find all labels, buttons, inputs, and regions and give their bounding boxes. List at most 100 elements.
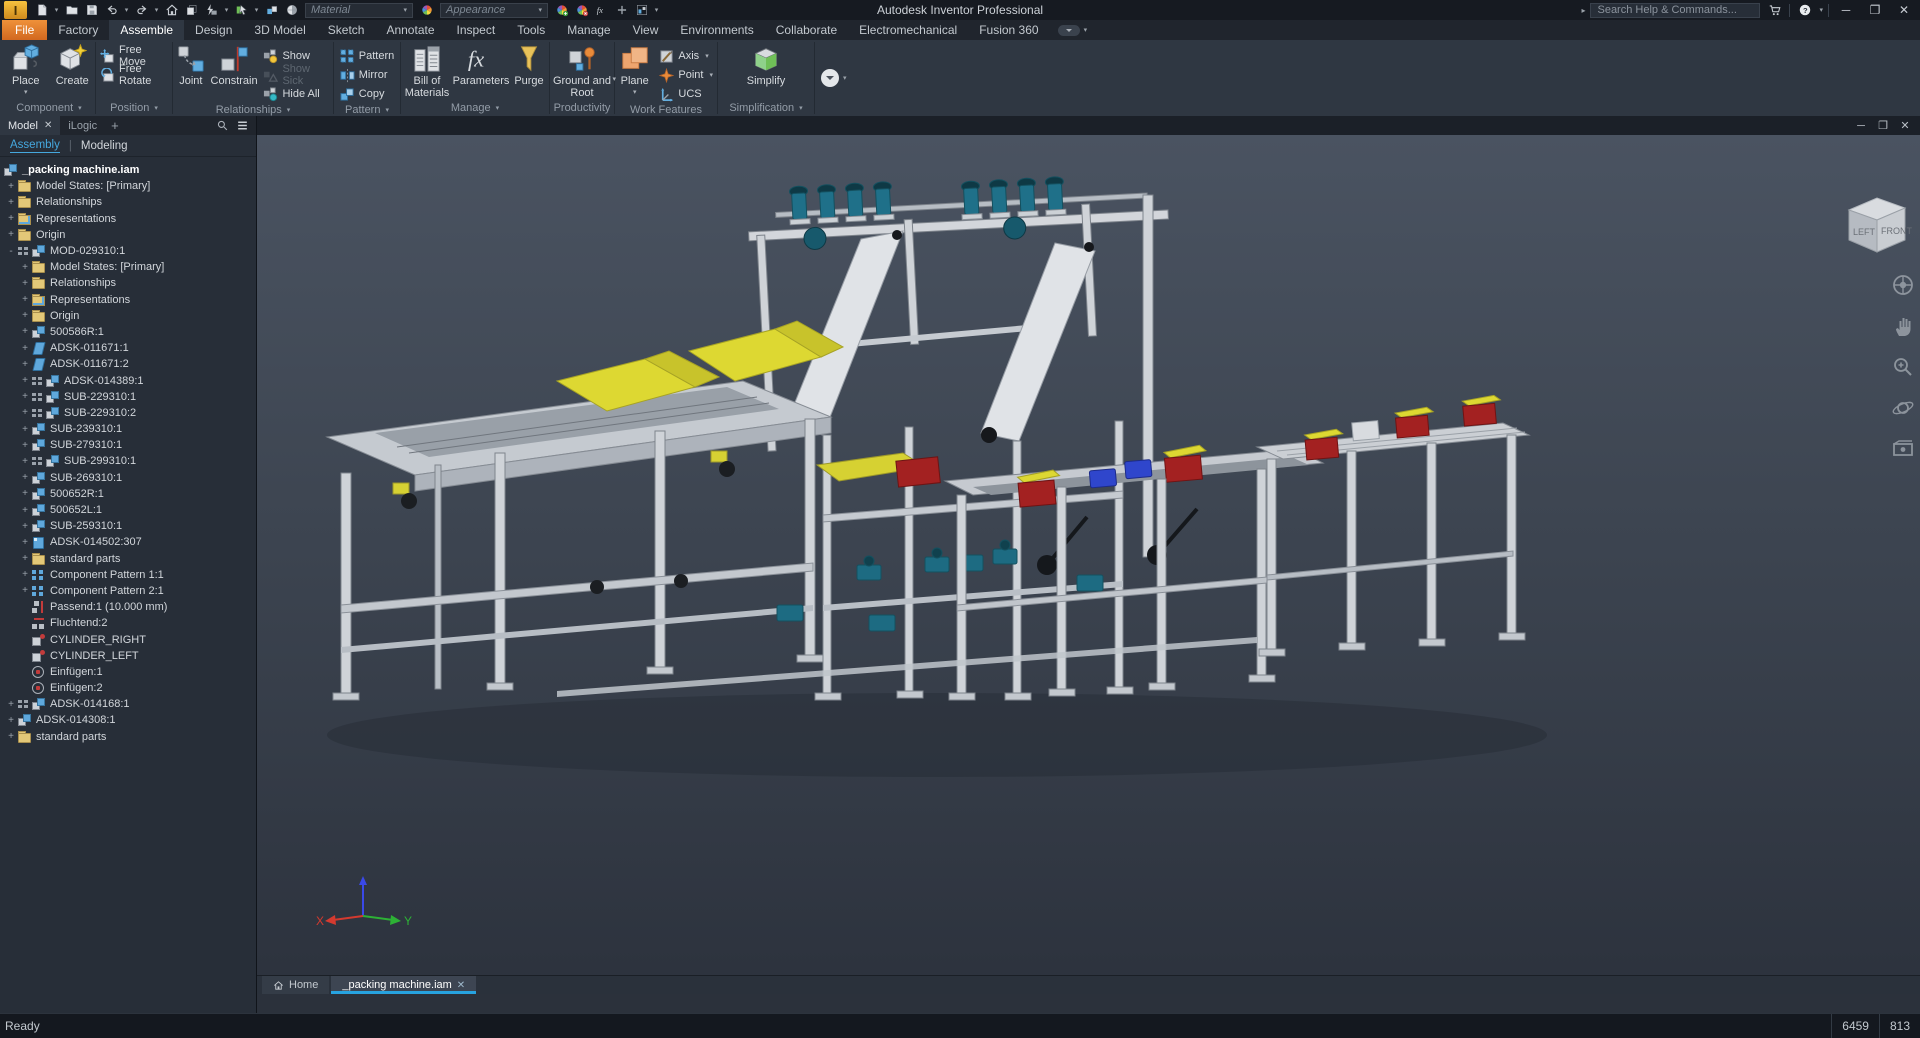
expander-icon[interactable]: + [18,488,32,499]
tree-item[interactable]: + SUB-229310:2 [0,405,256,421]
tree-item[interactable]: + ADSK-014389:1 [0,372,256,388]
create-button[interactable]: Create [50,43,96,87]
constrain-button[interactable]: Constrain [210,43,259,87]
selection-filter-icon[interactable] [232,1,251,19]
ribbon-tab[interactable]: Design [184,20,243,40]
tree-item[interactable]: + ADSK-014502:307 [0,534,256,550]
redo-caret-icon[interactable]: ▾ [152,6,161,14]
measure-caret-icon[interactable]: ▾ [222,6,231,14]
window-close-button[interactable]: ✕ [1892,1,1916,19]
expander-icon[interactable]: + [4,699,18,710]
copy-properties-icon[interactable] [182,1,201,19]
expander-icon[interactable]: + [18,391,32,402]
home-icon[interactable] [162,1,181,19]
search-collapse-icon[interactable]: ▸ [1581,6,1585,15]
ribbon-collapse-caret-icon[interactable]: ▾ [843,74,847,82]
expander-icon[interactable]: + [18,521,32,532]
ucs-button[interactable]: UCS [655,85,717,103]
ribbon-overflow-icon[interactable] [1058,25,1080,36]
tree-item[interactable]: _packing machine.iam [0,162,256,178]
expander-icon[interactable]: + [18,375,32,386]
tree-item[interactable]: + Relationships [0,194,256,210]
expander-icon[interactable]: + [4,715,18,726]
appearance-combo[interactable]: Appearance▾ [440,3,548,18]
orbit-icon[interactable] [1891,396,1915,420]
plane-button[interactable]: Plane▾ [615,43,654,96]
material-combo[interactable]: Material▾ [305,3,413,18]
document-tab-packing-machine[interactable]: _packing machine.iam ✕ [331,976,476,994]
app-store-cart-icon[interactable] [1765,1,1784,19]
tree-item[interactable]: + SUB-299310:1 [0,453,256,469]
home-tab[interactable]: Home [262,976,329,994]
tree-item[interactable]: + Origin [0,308,256,324]
tree-item[interactable]: Passend:1 (10.000 mm) [0,599,256,615]
place-button[interactable]: Place▾ [3,43,49,96]
doc-minimize-button[interactable]: ─ [1851,120,1871,132]
undo-caret-icon[interactable]: ▾ [122,6,131,14]
ribbon-tab[interactable]: Manage [556,20,621,40]
ribbon-tab[interactable]: File [2,20,47,40]
render-sphere-icon[interactable] [282,1,301,19]
expander-icon[interactable]: + [4,229,18,240]
tree-item[interactable]: + SUB-279310:1 [0,437,256,453]
panel-title-simplification[interactable]: Simplification▾ [718,100,814,116]
panel-title-pattern[interactable]: Pattern▾ [334,103,400,116]
panel-title-manage[interactable]: Manage▾ [401,100,549,116]
expander-icon[interactable]: + [18,472,32,483]
expander-icon[interactable]: + [18,440,32,451]
ribbon-tab[interactable]: Factory [47,20,109,40]
tree-item[interactable]: + SUB-229310:1 [0,389,256,405]
tree-item[interactable]: + Model States: [Primary] [0,178,256,194]
bill-of-materials-button[interactable]: Bill of Materials [403,43,451,99]
expander-icon[interactable]: + [18,294,32,305]
tree-item[interactable]: + Relationships [0,275,256,291]
tree-item[interactable]: Fluchtend:2 [0,615,256,631]
expander-icon[interactable]: + [18,359,32,370]
ribbon-overflow-caret-icon[interactable]: ▾ [1084,26,1088,34]
doc-close-button[interactable]: ✕ [1895,119,1915,132]
copy-button[interactable]: Copy [336,85,398,103]
tree-item[interactable]: + standard parts [0,729,256,745]
expander-icon[interactable]: + [18,456,32,467]
joint-button[interactable]: Joint [173,43,209,87]
tree-item[interactable]: + Origin [0,227,256,243]
expander-icon[interactable]: + [18,262,32,273]
expander-icon[interactable]: + [18,278,32,289]
component-boxes-icon[interactable] [262,1,281,19]
tree-item[interactable]: Einfügen:1 [0,664,256,680]
ribbon-collapse-button[interactable] [821,69,839,87]
viewport-canvas[interactable]: LEFT FRONT X Y [257,135,1920,994]
mirror-button[interactable]: Mirror [336,66,398,84]
tree-item[interactable]: + Representations [0,292,256,308]
ribbon-tab[interactable]: Annotate [375,20,445,40]
tree-item[interactable]: Einfügen:2 [0,680,256,696]
help-search-input[interactable] [1590,3,1760,18]
panel-title-position[interactable]: Position▾ [96,100,172,116]
window-restore-button[interactable]: ❐ [1863,1,1887,19]
help-caret-icon[interactable]: ▾ [1819,6,1823,14]
ribbon-overflow[interactable]: ▾ [1058,25,1088,36]
panel-title-productivity[interactable]: Productivity [550,100,614,116]
parameters-fx-icon[interactable] [592,1,611,19]
ground-and-root-button[interactable]: Ground and Root▾ [551,43,613,99]
material-wheel-icon[interactable] [417,1,436,19]
free-rotate-button[interactable]: Free Rotate [96,66,172,84]
expander-icon[interactable]: + [4,731,18,742]
browser-tab-ilogic[interactable]: iLogic [60,116,105,135]
tree-item[interactable]: + ADSK-014168:1 [0,696,256,712]
tree-item[interactable]: CYLINDER_LEFT [0,648,256,664]
tree-item[interactable]: + ADSK-011671:2 [0,356,256,372]
expander-icon[interactable]: + [18,537,32,548]
selection-caret-icon[interactable]: ▾ [252,6,261,14]
ribbon-tab[interactable]: Environments [669,20,764,40]
save-icon[interactable] [82,1,101,19]
expander-icon[interactable]: + [4,181,18,192]
navigation-wheel-icon[interactable] [1891,273,1915,297]
doc-restore-button[interactable]: ❐ [1873,119,1893,132]
quick-measure-icon[interactable] [202,1,221,19]
qat-customize-caret-icon[interactable]: ▾ [652,6,661,14]
panel-title-component[interactable]: Component▾ [3,100,95,116]
expander-icon[interactable]: + [18,343,32,354]
tree-item[interactable]: CYLINDER_RIGHT [0,631,256,647]
pan-icon[interactable] [1891,314,1915,338]
